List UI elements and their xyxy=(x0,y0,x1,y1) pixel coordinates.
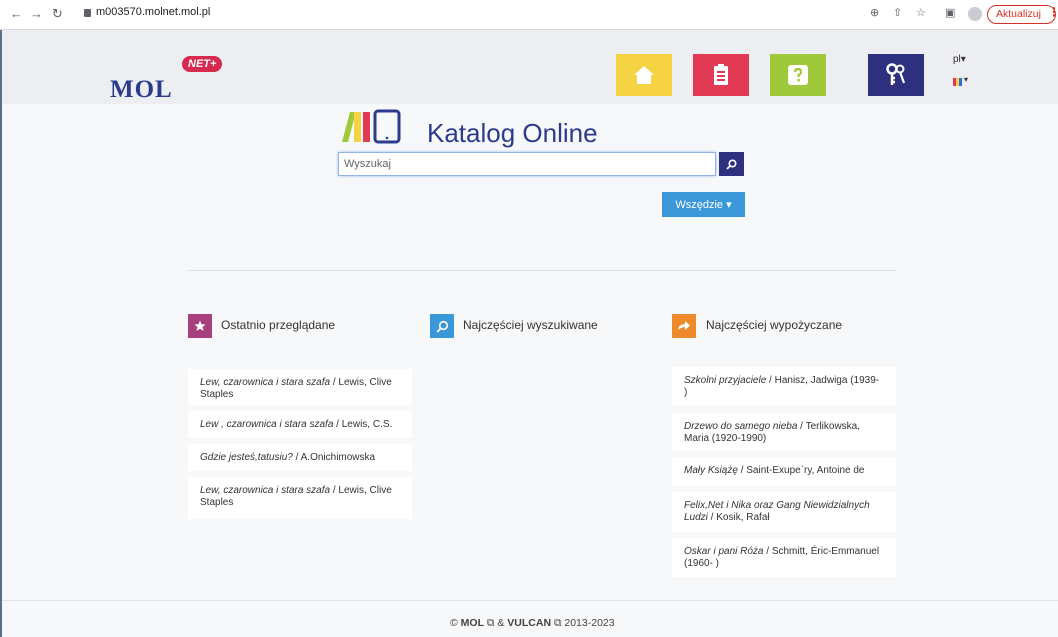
install-icon[interactable]: ⊕ xyxy=(870,6,879,19)
ampersand: & xyxy=(497,617,505,629)
flag-icon[interactable] xyxy=(953,78,962,86)
clipboard-icon xyxy=(714,64,728,85)
chevron-down-icon[interactable]: ▾ xyxy=(964,75,968,84)
mol-link[interactable]: MOL xyxy=(461,617,484,629)
search-scope-dropdown[interactable]: Wszędzie ▾ xyxy=(662,192,745,217)
external-link-icon: ⧉ xyxy=(553,617,562,629)
help-button[interactable] xyxy=(770,54,826,96)
browser-toolbar: ← → ↻ m003570.molnet.mol.pl ⊕ ⇧ ☆ ▣ Aktu… xyxy=(0,0,1058,30)
item-title: Gdzie jesteś,tatusiu? xyxy=(200,452,293,463)
profile-avatar[interactable] xyxy=(968,7,982,21)
logo-badge: NET+ xyxy=(182,56,223,72)
item-title: Lew, czarownica i stara szafa xyxy=(200,377,331,388)
borrowed-item[interactable]: Felix,Net i Nika oraz Gang Niewidzialnyc… xyxy=(672,492,896,532)
item-author: Kosik, Rafał xyxy=(716,512,770,523)
magnifier-icon xyxy=(430,314,454,338)
lock-icon xyxy=(84,9,91,17)
reload-icon[interactable]: ↻ xyxy=(52,6,63,22)
recent-item[interactable]: Lew, czarownica i stara szafa / Lewis, C… xyxy=(188,477,412,519)
share-arrow-icon xyxy=(672,314,696,338)
divider xyxy=(188,270,896,271)
borrowed-item[interactable]: Oskar i pani Róża / Schmitt, Éric-Emmanu… xyxy=(672,538,896,577)
books-logo-icon xyxy=(342,109,401,144)
borrowed-item[interactable]: Drzewo do samego nieba / Terlikowska, Ma… xyxy=(672,413,896,451)
menu-dots-icon[interactable]: ⋮ xyxy=(1048,5,1058,19)
login-button[interactable] xyxy=(868,54,924,96)
item-title: Oskar i pani Róża xyxy=(684,546,764,557)
site-header: MOL NET+ pl▾ ▾ xyxy=(2,30,1058,104)
keys-icon xyxy=(886,63,906,85)
reader-account-button[interactable] xyxy=(693,54,749,96)
address-bar[interactable]: m003570.molnet.mol.pl xyxy=(96,6,210,18)
item-title: Mały Książę xyxy=(684,465,738,476)
copyright-sign: © xyxy=(450,617,458,629)
share-icon[interactable]: ⇧ xyxy=(893,6,902,19)
catalog-title: Katalog Online xyxy=(427,118,598,148)
copyright-years: 2013-2023 xyxy=(564,617,615,629)
section-title-searched: Najczęściej wyszukiwane xyxy=(463,318,598,332)
logo-text: MOL xyxy=(110,76,173,103)
language-code: pl xyxy=(953,54,961,65)
section-title-recent: Ostatnio przeglądane xyxy=(221,318,336,332)
recent-item[interactable]: Gdzie jesteś,tatusiu? / A.Onichimowska xyxy=(188,444,412,471)
recent-item[interactable]: Lew , czarownica i stara szafa / Lewis, … xyxy=(188,411,412,438)
item-title: Felix,Net i Nika oraz Gang Niewidzialnyc… xyxy=(684,500,870,523)
search-input[interactable] xyxy=(338,152,716,176)
home-icon xyxy=(634,66,654,84)
star-icon xyxy=(188,314,212,338)
home-button[interactable] xyxy=(616,54,672,96)
footer-divider xyxy=(2,600,1058,601)
recent-item[interactable]: Lew, czarownica i stara szafa / Lewis, C… xyxy=(188,369,412,405)
forward-arrow-icon[interactable]: → xyxy=(30,6,43,21)
vulcan-link[interactable]: VULCAN xyxy=(507,617,551,629)
item-title: Lew , czarownica i stara szafa xyxy=(200,419,334,430)
external-link-icon: ⧉ xyxy=(486,617,495,629)
footer: © MOL ⧉ & VULCAN ⧉ 2013-2023 xyxy=(450,617,615,630)
item-title: Lew, czarownica i stara szafa xyxy=(200,485,331,496)
item-author: Lewis, C.S. xyxy=(341,419,393,430)
search-icon xyxy=(726,158,737,170)
question-icon xyxy=(788,65,808,85)
language-selector[interactable]: pl▾ xyxy=(953,54,966,65)
scope-label: Wszędzie xyxy=(675,198,724,211)
bookmark-star-icon[interactable]: ☆ xyxy=(916,6,926,19)
search-button[interactable] xyxy=(719,152,744,176)
side-panel-icon[interactable]: ▣ xyxy=(945,6,955,19)
section-title-borrowed: Najczęściej wypożyczane xyxy=(706,318,843,332)
item-title: Drzewo do samego nieba xyxy=(684,421,798,432)
borrowed-item[interactable]: Mały Książę / Saint-Exupe`ry, Antoine de xyxy=(672,457,896,486)
update-button[interactable]: Aktualizuj xyxy=(987,5,1056,24)
item-title: Szkolni przyjaciele xyxy=(684,375,767,386)
back-arrow-icon[interactable]: ← xyxy=(10,6,23,21)
item-author: Saint-Exupe`ry, Antoine de xyxy=(746,465,865,476)
borrowed-item[interactable]: Szkolni przyjaciele / Hanisz, Jadwiga (1… xyxy=(672,367,896,405)
item-author: A.Onichimowska xyxy=(300,452,376,463)
page: MOL NET+ pl▾ ▾ Katalog Online Wszędzie ▾ xyxy=(0,30,1058,637)
